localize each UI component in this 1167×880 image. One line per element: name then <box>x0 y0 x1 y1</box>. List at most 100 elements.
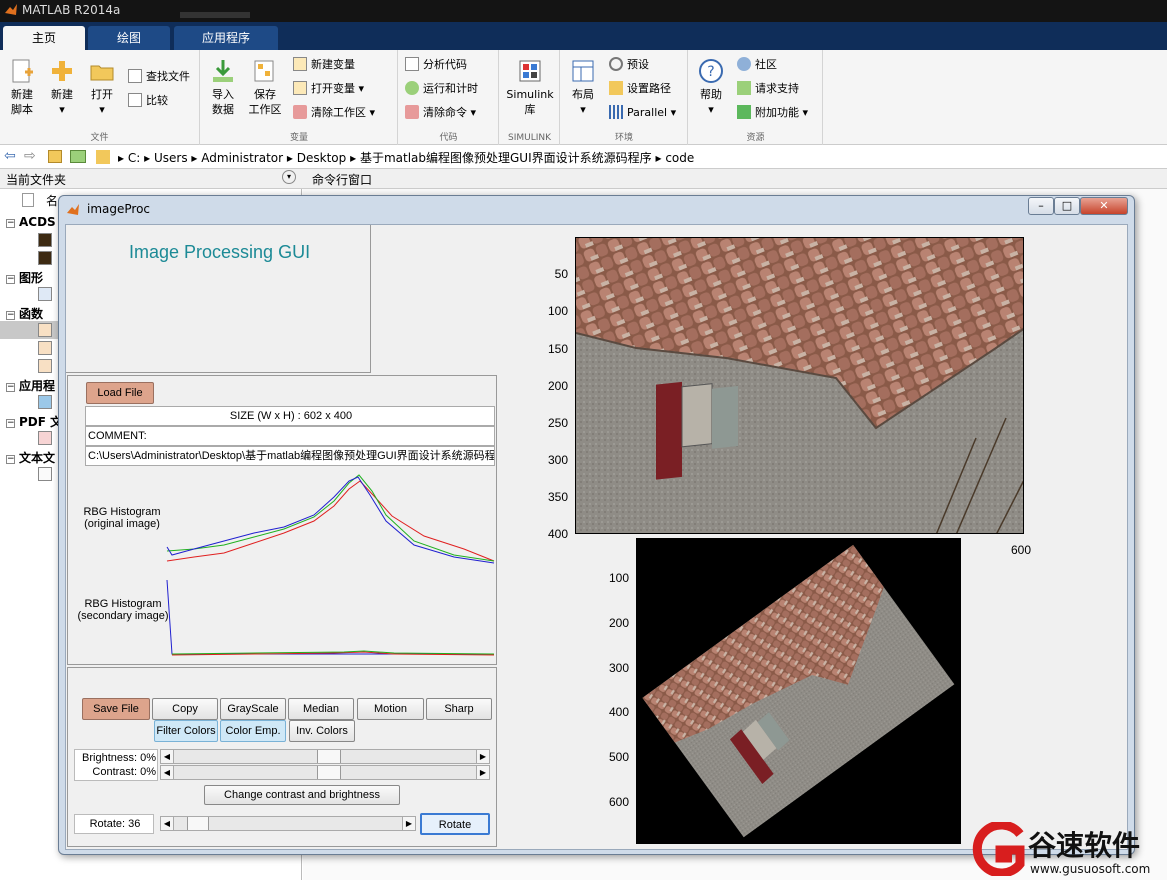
collapse-icon[interactable]: − <box>6 383 15 392</box>
breadcrumb-item[interactable]: Administrator <box>201 151 283 165</box>
tab-apps[interactable]: 应用程序 <box>174 26 278 50</box>
close-icon[interactable]: ✕ <box>1080 197 1128 215</box>
rotate-button[interactable]: Rotate <box>420 813 490 835</box>
panel-headers: 当前文件夹 ▾ 命令行窗口 <box>0 169 1167 189</box>
new-variable-button[interactable]: 新建变量 <box>293 56 355 74</box>
tree-node[interactable]: − 文本文 <box>6 449 55 466</box>
collapse-icon[interactable]: − <box>6 419 15 428</box>
y-tick-label: 400 <box>608 705 629 719</box>
copy-button[interactable]: Copy <box>152 698 218 720</box>
browse-folder-icon[interactable] <box>70 150 86 163</box>
function-file-icon[interactable] <box>38 359 52 373</box>
tree-node[interactable]: − 图形 <box>6 269 43 286</box>
comment-field[interactable]: COMMENT: <box>85 426 495 446</box>
tree-node[interactable]: − ACDS <box>6 215 56 229</box>
breadcrumb-item[interactable]: Users <box>154 151 188 165</box>
help-button[interactable]: ? 帮助 ▾ <box>693 58 729 117</box>
function-file-icon[interactable] <box>38 341 52 355</box>
open-variable-button[interactable]: 打开变量 ▾ <box>293 80 364 98</box>
clear-workspace-button[interactable]: 清除工作区 ▾ <box>293 104 375 122</box>
new-button[interactable]: 新建 ▾ <box>44 58 80 117</box>
image-file-icon[interactable] <box>38 251 52 265</box>
pdf-file-icon[interactable] <box>38 431 52 445</box>
slider-thumb[interactable] <box>317 766 341 779</box>
function-file-icon[interactable] <box>38 323 52 337</box>
back-arrow-icon[interactable]: ⇦ <box>4 148 16 164</box>
left-arrow-icon[interactable]: ◀ <box>161 750 174 763</box>
y-tick-label: 400 <box>547 527 568 541</box>
right-arrow-icon[interactable]: ▶ <box>476 750 489 763</box>
contrast-slider[interactable]: ◀ ▶ <box>160 765 490 780</box>
import-data-button[interactable]: 导入 数据 <box>205 58 241 117</box>
community-button[interactable]: 社区 <box>737 56 777 74</box>
stopwatch-icon <box>405 81 419 95</box>
breadcrumb-item[interactable]: 基于matlab编程图像预处理GUI界面设计系统源码程序 <box>360 151 652 165</box>
filter-colors-button[interactable]: Filter Colors <box>154 720 218 742</box>
inv-colors-button[interactable]: Inv. Colors <box>289 720 355 742</box>
layout-button[interactable]: 布局 ▾ <box>565 58 601 117</box>
slider-thumb[interactable] <box>187 817 209 830</box>
image-file-icon[interactable] <box>38 233 52 247</box>
tab-plots[interactable]: 绘图 <box>88 26 170 50</box>
gui-client-area: Image Processing GUI Load File SIZE (W x… <box>65 224 1128 850</box>
tree-node[interactable]: − PDF 文 <box>6 413 62 430</box>
collapse-icon[interactable]: − <box>6 219 15 228</box>
tree-node[interactable]: − 应用程 <box>6 377 55 394</box>
grayscale-button[interactable]: GrayScale <box>220 698 286 720</box>
request-support-button[interactable]: 请求支持 <box>737 80 799 98</box>
rotate-slider[interactable]: ◀ ▶ <box>160 816 416 831</box>
minimize-icon[interactable]: – <box>1028 197 1054 215</box>
crumb-separator-icon: ▸ <box>286 151 293 165</box>
compare-button[interactable]: 比较 <box>128 92 168 110</box>
parallel-button[interactable]: Parallel ▾ <box>609 104 676 122</box>
color-emp-button[interactable]: Color Emp. <box>220 720 286 742</box>
tree-node[interactable]: − 函数 <box>6 305 43 322</box>
new-script-button[interactable]: 新建 脚本 <box>4 58 40 117</box>
addons-button[interactable]: 附加功能 ▾ <box>737 104 808 122</box>
name-column-header[interactable]: 名 <box>46 192 58 209</box>
breadcrumb-item[interactable]: C: <box>128 151 140 165</box>
left-arrow-icon[interactable]: ◀ <box>161 817 174 830</box>
simulink-icon <box>519 60 541 82</box>
run-time-button[interactable]: 运行和计时 <box>405 80 478 98</box>
sharp-button[interactable]: Sharp <box>426 698 492 720</box>
median-button[interactable]: Median <box>288 698 354 720</box>
breadcrumb-item[interactable]: Desktop <box>297 151 347 165</box>
rotated-image-axes[interactable] <box>636 538 961 844</box>
find-files-button[interactable]: 查找文件 <box>128 68 190 86</box>
right-arrow-icon[interactable]: ▶ <box>402 817 415 830</box>
forward-arrow-icon[interactable]: ⇨ <box>24 148 36 164</box>
open-button[interactable]: 打开 ▾ <box>84 58 120 117</box>
save-workspace-button[interactable]: 保存 工作区 <box>245 58 285 117</box>
change-contrast-brightness-button[interactable]: Change contrast and brightness <box>204 785 400 805</box>
panel-menu-icon[interactable]: ▾ <box>282 170 296 184</box>
simulink-library-button[interactable]: Simulink 库 <box>504 58 556 117</box>
brightness-slider[interactable]: ◀ ▶ <box>160 749 490 764</box>
analyze-code-button[interactable]: 分析代码 <box>405 56 467 74</box>
maximize-icon[interactable]: □ <box>1054 197 1080 215</box>
file-path-field[interactable]: C:\Users\Administrator\Desktop\基于matlab编… <box>85 446 495 466</box>
preferences-button[interactable]: 预设 <box>609 56 649 74</box>
import-data-label: 导入 数据 <box>212 88 234 116</box>
original-image-axes[interactable] <box>575 237 1024 534</box>
up-folder-icon[interactable] <box>48 150 62 163</box>
set-path-button[interactable]: 设置路径 <box>609 80 671 98</box>
app-file-icon[interactable] <box>38 395 52 409</box>
left-arrow-icon[interactable]: ◀ <box>161 766 174 779</box>
right-arrow-icon[interactable]: ▶ <box>476 766 489 779</box>
save-file-button[interactable]: Save File <box>82 698 150 720</box>
load-file-button[interactable]: Load File <box>86 382 154 404</box>
breadcrumb-item[interactable]: code <box>665 151 694 165</box>
slider-thumb[interactable] <box>317 750 341 763</box>
crumb-separator-icon: ▸ <box>144 151 151 165</box>
chevron-down-icon: ▾ <box>802 106 809 119</box>
figure-file-icon[interactable] <box>38 287 52 301</box>
clear-commands-button[interactable]: 清除命令 ▾ <box>405 104 476 122</box>
collapse-icon[interactable]: − <box>6 275 15 284</box>
text-file-icon[interactable] <box>38 467 52 481</box>
motion-button[interactable]: Motion <box>357 698 424 720</box>
collapse-icon[interactable]: − <box>6 311 15 320</box>
rotated-house-photo <box>642 544 955 838</box>
collapse-icon[interactable]: − <box>6 455 15 464</box>
tab-home[interactable]: 主页 <box>3 26 85 50</box>
